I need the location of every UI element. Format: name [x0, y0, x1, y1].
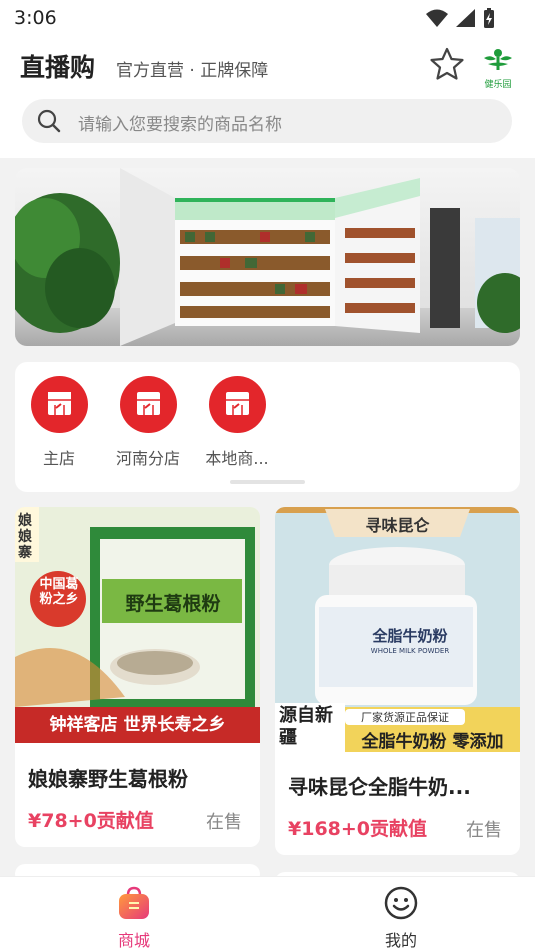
product-card[interactable]: 寻味昆仑 全脂牛奶粉 WHOLE MILK POWDER 源自新疆 厂家货源正品… [275, 507, 520, 855]
tab-label: 商城 [117, 931, 150, 950]
product-status: 在售 [466, 820, 502, 841]
store-item-henan[interactable]: 河南分店 [108, 376, 188, 469]
product-image: 娘娘寨 中国葛粉之乡 野生葛根粉 钟祥客店 世界长寿之乡 [15, 507, 260, 743]
search-input[interactable]: 请输入您要搜索的商品名称 [78, 110, 282, 135]
product-image-guarantee: 厂家货源正品保证 [345, 709, 465, 725]
tab-mine[interactable]: 我的 [361, 885, 441, 951]
product-image: 寻味昆仑 全脂牛奶粉 WHOLE MILK POWDER 源自新疆 厂家货源正品… [275, 507, 520, 752]
search-icon [37, 109, 61, 133]
brand-logo-text: 健乐园 [484, 80, 512, 90]
store-label: 本地商... [205, 449, 269, 468]
store-label: 主店 [42, 449, 75, 468]
product-name: 寻味昆仑全脂牛奶... [288, 775, 471, 799]
store-banner-image[interactable] [15, 168, 520, 346]
product-image-jar-label: 全脂牛奶粉 [372, 627, 448, 645]
favorite-star-icon[interactable] [428, 46, 466, 84]
store-interior-photo [15, 168, 520, 346]
product-image-origin: 源自新疆 [279, 705, 333, 748]
status-time: 3:06 [14, 7, 57, 29]
status-bar: 3:06 [0, 0, 535, 36]
product-card[interactable]: 娘娘寨 中国葛粉之乡 野生葛根粉 钟祥客店 世界长寿之乡 娘娘寨野生葛根粉 ¥7… [15, 507, 260, 847]
product-name: 娘娘寨野生葛根粉 [28, 767, 188, 791]
brand-logo-icon [484, 49, 512, 70]
store-list: 主店 河南分店 本地商... [15, 362, 520, 492]
scroll-indicator [230, 480, 305, 484]
tab-mall[interactable]: 商城 [94, 885, 174, 951]
product-image-bottom-banner: 全脂牛奶粉 零添加 [361, 732, 504, 752]
shop-icon [30, 376, 88, 433]
page-title: 直播购 [20, 53, 96, 82]
store-item-local[interactable]: 本地商... [197, 376, 277, 469]
tab-label: 我的 [384, 931, 417, 950]
store-item-main[interactable]: 主店 [19, 376, 99, 469]
battery-icon [484, 8, 494, 28]
store-label: 河南分店 [115, 449, 180, 468]
product-image-badge: 中国葛粉之乡 [39, 577, 79, 607]
header: 直播购 官方直营 · 正牌保障 健乐园 请输入您要搜索的商品名称 [0, 36, 535, 158]
brand-logo[interactable]: 健乐园 [480, 48, 516, 90]
status-icons [425, 7, 495, 29]
product-status: 在售 [206, 812, 242, 833]
product-price: ¥168+0贡献值 [288, 818, 428, 840]
product-image-bottom-banner: 钟祥客店 世界长寿之乡 [15, 707, 260, 743]
product-price: ¥78+0贡献值 [28, 810, 154, 832]
product-image-top-brand: 寻味昆仑 [365, 516, 430, 535]
smiley-icon [384, 886, 418, 920]
signal-icon [456, 9, 475, 27]
search-bar[interactable]: 请输入您要搜索的商品名称 [22, 99, 512, 143]
product-image-jar-label-en: WHOLE MILK POWDER [370, 647, 450, 655]
shopping-bag-icon [119, 886, 149, 919]
shop-icon [119, 376, 177, 433]
product-image-package-title: 野生葛根粉 [125, 593, 221, 615]
wifi-icon [426, 9, 448, 27]
page-subtitle: 官方直营 · 正牌保障 [116, 61, 269, 81]
shop-icon [208, 376, 266, 433]
bottom-tab-bar: 商城 我的 [0, 876, 535, 951]
product-image-brand: 娘娘寨 [18, 513, 32, 561]
